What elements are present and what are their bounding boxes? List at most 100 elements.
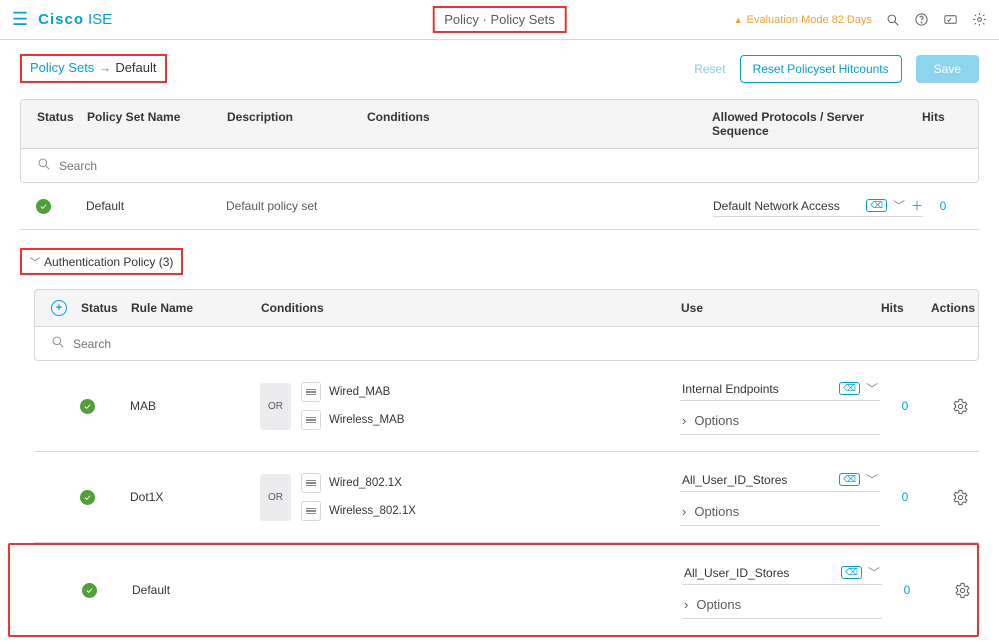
- page-title: Policy · Policy Sets: [432, 6, 567, 33]
- policy-set-hits: 0: [923, 199, 963, 213]
- reset-link[interactable]: Reset: [694, 62, 725, 76]
- top-bar: ☰ CiscoISE Policy · Policy Sets Evaluati…: [0, 0, 999, 40]
- use-select[interactable]: All_User_ID_Stores ⌫ ﹀: [682, 561, 882, 585]
- menu-icon[interactable]: ☰: [12, 9, 28, 30]
- auth-header-row: + Status Rule Name Conditions Use Hits A…: [34, 289, 979, 327]
- auth-search[interactable]: [34, 327, 979, 361]
- condition-item[interactable]: Wireless_MAB: [301, 410, 404, 430]
- save-button[interactable]: Save: [916, 55, 979, 83]
- use-cell: All_User_ID_Stores ⌫ ﹀ › Options: [680, 468, 880, 526]
- rule-actions-button[interactable]: [930, 489, 990, 506]
- auth-search-input[interactable]: [71, 336, 962, 352]
- search-icon[interactable]: [886, 13, 900, 27]
- col-rule: Rule Name: [131, 301, 261, 315]
- status-cell: [36, 199, 86, 214]
- use-value: Internal Endpoints: [682, 382, 833, 396]
- chevron-down-icon[interactable]: ﹀: [868, 564, 880, 581]
- clear-icon[interactable]: ⌫: [839, 382, 860, 395]
- condition-label: Wired_802.1X: [329, 477, 402, 489]
- use-cell: All_User_ID_Stores ⌫ ﹀ › Options: [682, 561, 882, 619]
- breadcrumb-row: Policy Sets → Default Reset Reset Policy…: [0, 40, 999, 93]
- col-allowed: Allowed Protocols / Server Sequence: [712, 110, 922, 138]
- rule-hits: 0: [880, 490, 930, 504]
- settings-icon[interactable]: [972, 12, 987, 27]
- col-cond: Conditions: [261, 301, 681, 315]
- rule-name[interactable]: MAB: [130, 399, 260, 413]
- status-ok-icon: [80, 490, 95, 505]
- use-select[interactable]: All_User_ID_Stores ⌫ ﹀: [680, 468, 880, 492]
- condition-label: Wired_MAB: [329, 386, 390, 398]
- chevron-down-icon[interactable]: ﹀: [866, 471, 878, 488]
- col-cond: Conditions: [367, 110, 712, 138]
- auth-row-dot1x: Dot1X OR Wired_802.1X Wireless_802.1X Al…: [34, 452, 979, 543]
- use-select[interactable]: Internal Endpoints ⌫ ﹀: [680, 377, 880, 401]
- breadcrumb-current: Default: [115, 60, 156, 75]
- clear-icon[interactable]: ⌫: [841, 566, 862, 579]
- reset-hitcounts-button[interactable]: Reset Policyset Hitcounts: [740, 55, 902, 83]
- condition-item[interactable]: Wireless_802.1X: [301, 501, 416, 521]
- rule-name[interactable]: Default: [132, 583, 262, 597]
- breadcrumb-actions: Reset Reset Policyset Hitcounts Save: [694, 55, 979, 83]
- policy-set-row: Default Default policy set Default Netwo…: [20, 183, 979, 230]
- rule-actions-button[interactable]: [932, 582, 992, 599]
- auth-row-mab: MAB OR Wired_MAB Wireless_MAB Internal E…: [34, 361, 979, 452]
- chevron-down-icon[interactable]: ﹀: [893, 197, 905, 214]
- col-status: Status: [37, 110, 87, 138]
- conditions[interactable]: OR Wired_802.1X Wireless_802.1X: [260, 473, 680, 521]
- chevron-down-icon: ﹀: [30, 254, 40, 269]
- auth-policy-table: + Status Rule Name Conditions Use Hits A…: [34, 289, 979, 637]
- conditions[interactable]: OR Wired_MAB Wireless_MAB: [260, 382, 680, 430]
- status-ok-icon: [82, 583, 97, 598]
- search-icon: [51, 335, 65, 352]
- help-icon[interactable]: [914, 12, 929, 27]
- logic-chip: OR: [260, 383, 291, 430]
- topbar-right: Evaluation Mode 82 Days: [734, 12, 987, 27]
- col-actions: Actions: [931, 301, 991, 315]
- breadcrumb-link[interactable]: Policy Sets: [30, 60, 94, 75]
- policy-set-search[interactable]: [20, 149, 979, 183]
- options-label: Options: [694, 504, 739, 519]
- condition-item[interactable]: Wired_802.1X: [301, 473, 416, 493]
- options-expander[interactable]: › Options: [680, 407, 880, 435]
- clear-icon[interactable]: ⌫: [839, 473, 860, 486]
- policy-set-search-input[interactable]: [57, 158, 962, 174]
- rule-name[interactable]: Dot1X: [130, 490, 260, 504]
- col-desc: Description: [227, 110, 367, 138]
- auth-policy-label: Authentication Policy (3): [44, 255, 173, 269]
- allowed-protocols-select[interactable]: Default Network Access ⌫ ﹀ ＋: [713, 195, 923, 217]
- auth-policy-toggle[interactable]: ﹀ Authentication Policy (3): [20, 248, 183, 275]
- chevron-down-icon[interactable]: ﹀: [866, 380, 878, 397]
- status-ok-icon: [80, 399, 95, 414]
- chevron-right-icon: ›: [684, 597, 688, 612]
- breadcrumb: Policy Sets → Default: [20, 54, 167, 83]
- policy-set-desc: Default policy set: [226, 199, 366, 213]
- auth-row-default: Default All_User_ID_Stores ⌫ ﹀ › Options…: [8, 543, 979, 637]
- search-icon: [37, 157, 51, 174]
- policy-set-section: Status Policy Set Name Description Condi…: [20, 99, 979, 230]
- col-hits: Hits: [881, 301, 931, 315]
- allowed-protocols-value: Default Network Access: [713, 199, 860, 213]
- condition-icon: [301, 410, 321, 430]
- condition-icon: [301, 501, 321, 521]
- options-expander[interactable]: › Options: [682, 591, 882, 619]
- eval-notice[interactable]: Evaluation Mode 82 Days: [734, 14, 872, 26]
- condition-icon: [301, 473, 321, 493]
- options-label: Options: [696, 597, 741, 612]
- add-rule-button[interactable]: +: [51, 300, 67, 316]
- add-icon[interactable]: ＋: [911, 197, 923, 214]
- operations-icon[interactable]: [943, 12, 958, 27]
- col-use: Use: [681, 301, 881, 315]
- status-ok-icon: [36, 199, 51, 214]
- condition-item[interactable]: Wired_MAB: [301, 382, 404, 402]
- policy-set-name[interactable]: Default: [86, 199, 226, 213]
- use-value: All_User_ID_Stores: [684, 566, 835, 580]
- condition-label: Wireless_MAB: [329, 414, 404, 426]
- clear-icon[interactable]: ⌫: [866, 199, 887, 212]
- rule-hits: 0: [882, 583, 932, 597]
- rule-hits: 0: [880, 399, 930, 413]
- col-name: Policy Set Name: [87, 110, 227, 138]
- chevron-right-icon: ›: [682, 504, 686, 519]
- col-status: Status: [81, 301, 131, 315]
- options-expander[interactable]: › Options: [680, 498, 880, 526]
- rule-actions-button[interactable]: [930, 398, 990, 415]
